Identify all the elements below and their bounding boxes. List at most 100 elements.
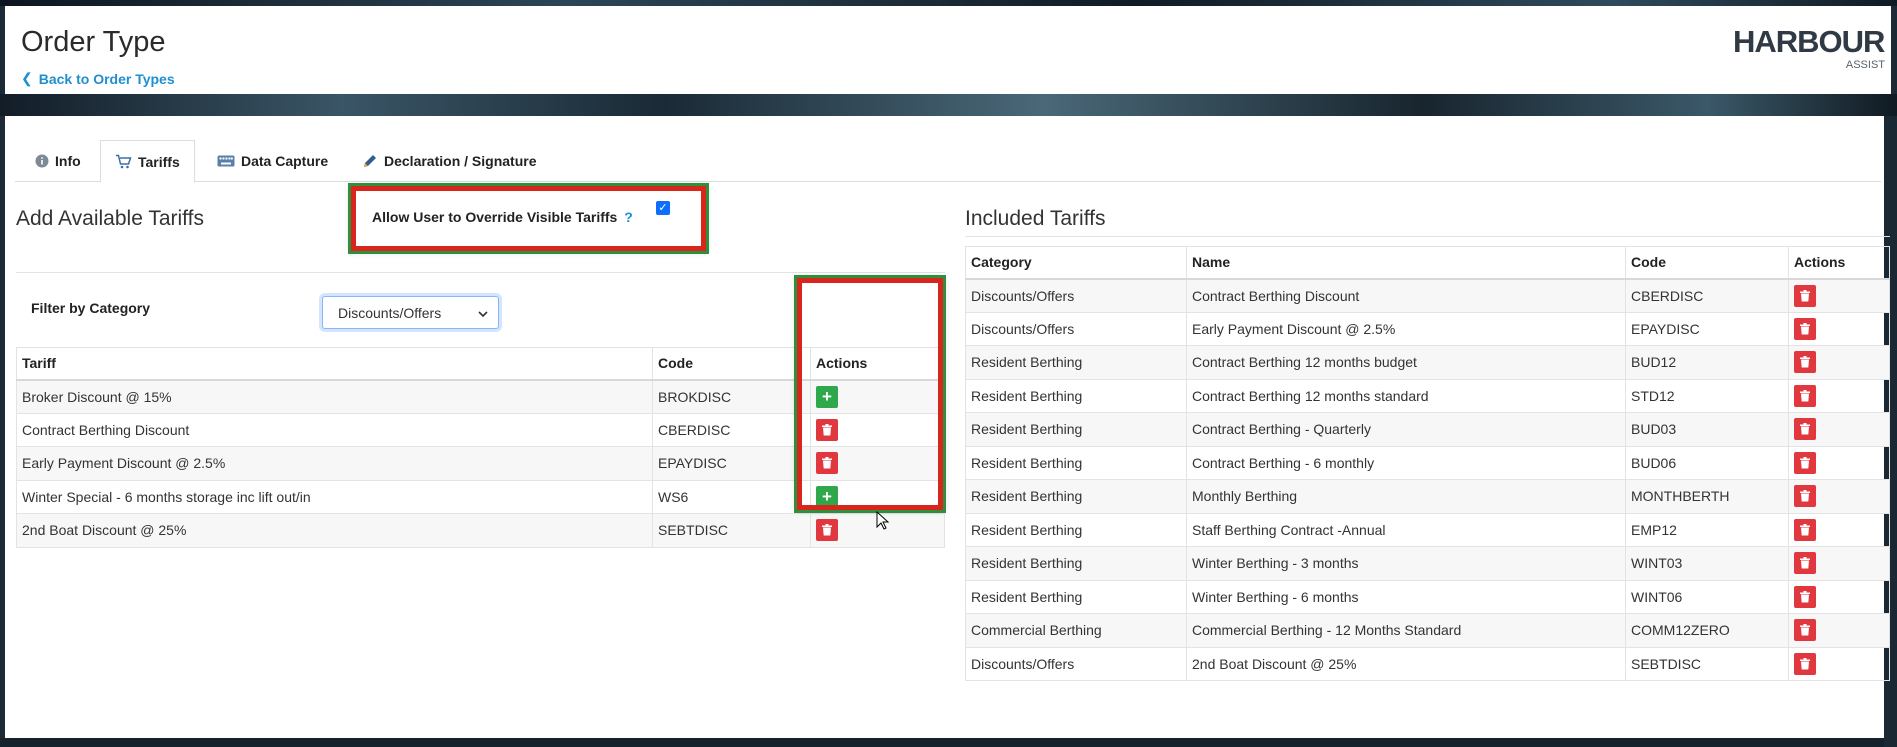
trash-icon (1800, 657, 1810, 670)
tab-label: Info (55, 153, 81, 169)
category-cell: Resident Berthing (965, 479, 1187, 514)
logo-subtext: ASSIST (1845, 59, 1885, 71)
trash-icon (1800, 590, 1810, 603)
remove-tariff-button[interactable] (1794, 552, 1816, 575)
name-cell: Winter Berthing - 3 months (1186, 546, 1626, 581)
tab-tariffs[interactable]: Tariffs (100, 140, 195, 183)
category-filter-value: Discounts/Offers (338, 304, 442, 321)
divider (16, 272, 945, 273)
code-cell: CBERDISC (1625, 278, 1789, 313)
name-cell: Early Payment Discount @ 2.5% (1186, 311, 1626, 346)
remove-tariff-button[interactable] (816, 519, 838, 542)
tab-bar: Info Tariffs Data Capture Declaration / … (15, 140, 1881, 183)
name-cell: Contract Berthing - Quarterly (1186, 412, 1626, 447)
code-cell: COMM12ZERO (1625, 613, 1789, 648)
remove-tariff-button[interactable] (1794, 451, 1816, 474)
table-row: Resident Berthing Winter Berthing - 3 mon… (965, 546, 1890, 581)
keyboard-icon (217, 155, 235, 167)
actions-cell (1788, 378, 1890, 413)
code-cell: BUD12 (1625, 345, 1789, 380)
remove-tariff-button[interactable] (1794, 384, 1816, 407)
remove-tariff-button[interactable] (1794, 518, 1816, 541)
name-cell: Contract Berthing Discount (1186, 278, 1626, 313)
remove-tariff-button[interactable] (1794, 284, 1816, 307)
category-cell: Resident Berthing (965, 512, 1187, 547)
trash-icon (1800, 423, 1810, 435)
tab-info[interactable]: Info (21, 140, 95, 182)
table-row: Discounts/Offers Contract Berthing Discou… (965, 278, 1890, 313)
actions-cell (1788, 445, 1890, 480)
actions-cell (1788, 345, 1890, 380)
table-row: Resident Berthing Monthly Berthing MONTHBE… (965, 479, 1890, 514)
code-cell: EMP12 (1625, 512, 1789, 547)
tariff-cell: Broker Discount @ 15% (16, 379, 653, 414)
category-filter-select[interactable]: Discounts/Offers (322, 296, 499, 329)
remove-tariff-button[interactable] (1794, 585, 1816, 608)
table-row: Discounts/Offers 2nd Boat Discount @ 25% S… (965, 646, 1890, 681)
code-cell: BROKDISC (652, 379, 811, 414)
column-header: Tariff (16, 347, 653, 381)
category-cell: Resident Berthing (965, 345, 1187, 380)
actions-cell (1788, 613, 1890, 648)
remove-tariff-button[interactable] (1794, 418, 1816, 441)
code-cell: WINT03 (1625, 546, 1789, 581)
remove-tariff-button[interactable] (1794, 317, 1816, 340)
category-cell: Resident Berthing (965, 546, 1187, 581)
trash-icon (1800, 289, 1810, 302)
highlight-box (797, 278, 943, 510)
divider (965, 236, 1890, 237)
column-header: Code (1625, 246, 1789, 280)
chevron-down-icon (478, 305, 488, 321)
name-cell: Contract Berthing - 6 monthly (1186, 445, 1626, 480)
name-cell: 2nd Boat Discount @ 25% (1186, 646, 1626, 681)
code-cell: CBERDISC (652, 412, 811, 447)
remove-tariff-button[interactable] (1794, 619, 1816, 642)
remove-tariff-button[interactable] (1794, 652, 1816, 675)
actions-cell (1788, 311, 1890, 346)
code-cell: EPAYDISC (1625, 311, 1789, 346)
remove-tariff-button[interactable] (1794, 485, 1816, 508)
table-row: Commercial Berthing Commercial Berthing -… (965, 613, 1890, 648)
trash-icon (822, 524, 832, 536)
code-cell: WINT06 (1625, 579, 1789, 614)
column-header: Category (965, 246, 1187, 280)
category-cell: Discounts/Offers (965, 311, 1187, 346)
mouse-cursor-icon (876, 510, 890, 531)
trash-icon (1800, 322, 1810, 335)
tab-label: Tariffs (138, 153, 180, 170)
trash-icon (1800, 523, 1810, 536)
actions-cell (1788, 546, 1890, 581)
trash-icon (1800, 490, 1810, 502)
cart-icon (115, 154, 132, 169)
code-cell: BUD06 (1625, 445, 1789, 480)
info-icon (35, 154, 49, 168)
highlight-box (351, 186, 706, 251)
category-cell: Discounts/Offers (965, 646, 1187, 681)
trash-icon (1800, 389, 1810, 402)
tab-data-capture[interactable]: Data Capture (203, 140, 342, 182)
code-cell: STD12 (1625, 378, 1789, 413)
category-cell: Resident Berthing (965, 579, 1187, 614)
page-header: Order Type ❮ Back to Order Types HARBOUR… (5, 6, 1891, 94)
table-row: Resident Berthing Contract Berthing 12 mo… (965, 378, 1890, 413)
code-cell: SEBTDISC (652, 513, 811, 548)
tab-label: Data Capture (241, 153, 329, 169)
category-cell: Resident Berthing (965, 412, 1187, 447)
trash-icon (1800, 557, 1810, 569)
tab-declaration-signature[interactable]: Declaration / Signature (348, 140, 550, 182)
table-row: Resident Berthing Winter Berthing - 6 mon… (965, 579, 1890, 614)
actions-cell (1788, 579, 1890, 614)
back-to-order-types-link[interactable]: ❮ Back to Order Types (21, 70, 175, 87)
chevron-left-icon: ❮ (21, 70, 33, 86)
page-title: Order Type (21, 26, 166, 58)
code-cell: EPAYDISC (652, 446, 811, 481)
table-row: Resident Berthing Contract Berthing - Qua… (965, 412, 1890, 447)
main-panel: Info Tariffs Data Capture Declaration / … (5, 116, 1890, 738)
tab-label: Declaration / Signature (384, 153, 537, 169)
category-cell: Commercial Berthing (965, 613, 1187, 648)
remove-tariff-button[interactable] (1794, 351, 1816, 374)
included-tariffs-table: Category Name Code Actions Discounts/Off… (965, 246, 1890, 681)
name-cell: Monthly Berthing (1186, 479, 1626, 514)
column-header: Name (1186, 246, 1626, 280)
available-tariffs-title: Add Available Tariffs (16, 207, 204, 230)
